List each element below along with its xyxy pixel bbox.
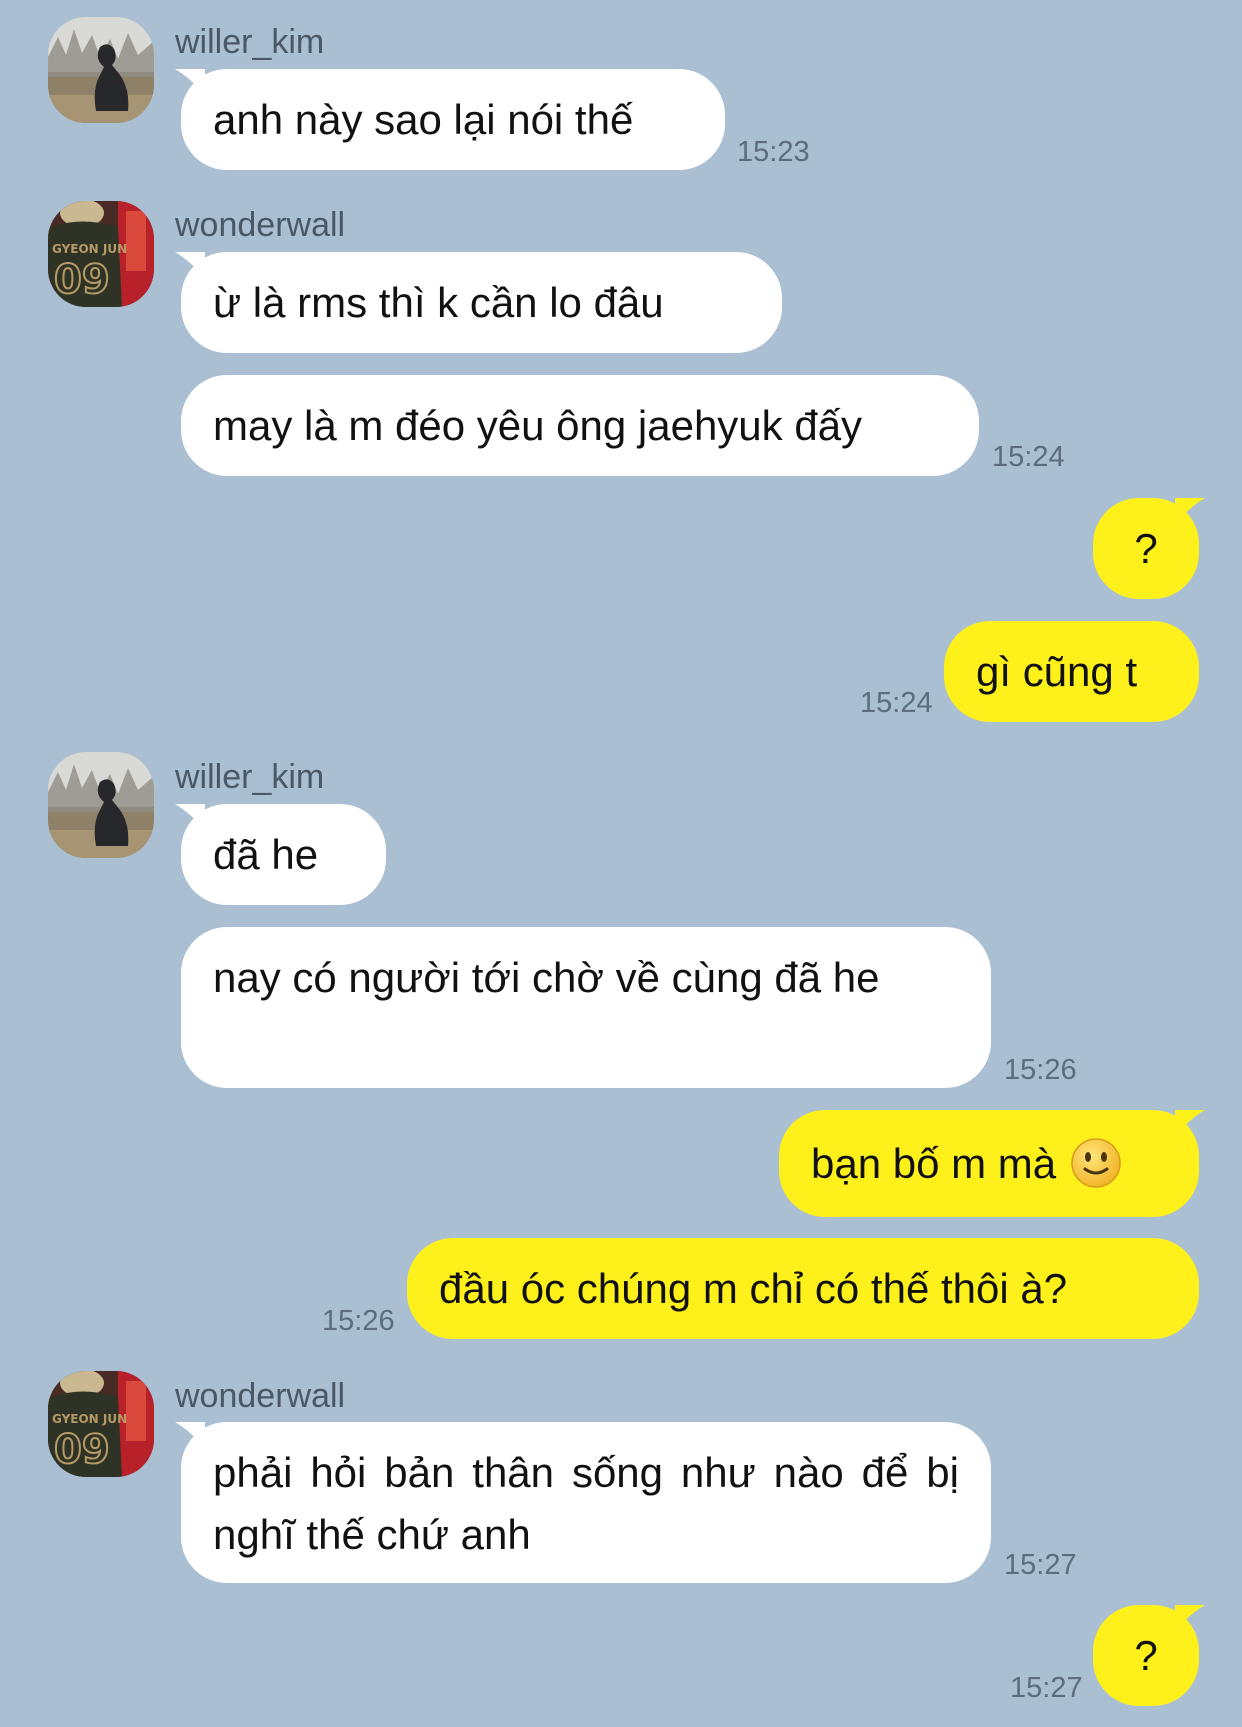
svg-text:09: 09 xyxy=(54,257,110,303)
message-text: anh này sao lại nói thế xyxy=(213,96,634,143)
message-text: đã he xyxy=(213,831,319,878)
message-text: nay có người tới chờ về cùng đã he xyxy=(213,954,880,1001)
svg-text:GYEON JUN: GYEON JUN xyxy=(52,242,127,256)
bubble-tail-icon xyxy=(175,69,205,95)
sender-name: willer_kim xyxy=(175,758,325,796)
bubble-tail-icon xyxy=(1175,498,1205,524)
bubble-tail-icon xyxy=(175,1422,205,1448)
avatar-willer-kim[interactable] xyxy=(48,17,154,123)
message-text: ? xyxy=(1134,525,1158,572)
sender-name: wonderwall xyxy=(175,1377,346,1415)
message-bubble[interactable]: đã he xyxy=(175,804,386,905)
slightly-smiling-face-icon xyxy=(1070,1137,1122,1189)
message-bubble[interactable]: ừ là rms thì k cần lo đâu xyxy=(175,252,782,353)
message-text: gì cũng t xyxy=(976,648,1138,695)
message-text: ? xyxy=(1134,1632,1158,1679)
message-timestamp: 15:26 xyxy=(322,1305,395,1337)
sender-name: wonderwall xyxy=(175,206,346,244)
avatar-photo-jersey: GYEON JUN 09 xyxy=(48,201,154,307)
avatar-photo-jersey: GYEON JUN 09 xyxy=(48,1371,154,1477)
message-timestamp: 15:23 xyxy=(737,136,810,168)
avatar-photo-park xyxy=(48,17,154,123)
avatar-photo-park xyxy=(48,752,154,858)
message-timestamp: 15:27 xyxy=(1004,1549,1077,1581)
avatar-wonderwall[interactable]: GYEON JUN 09 xyxy=(48,201,154,307)
message-text: ừ là rms thì k cần lo đâu xyxy=(213,279,664,326)
message-text: may là m đéo yêu ông jaehyuk đấy xyxy=(213,402,863,449)
message-timestamp: 15:24 xyxy=(992,441,1065,473)
bubble-tail-icon xyxy=(1175,1110,1205,1136)
message-bubble[interactable]: ? xyxy=(1093,1605,1205,1706)
message-timestamp: 15:24 xyxy=(860,687,933,719)
message-bubble[interactable]: anh này sao lại nói thế xyxy=(175,69,725,170)
avatar-wonderwall[interactable]: GYEON JUN 09 xyxy=(48,1371,154,1477)
message-bubble[interactable]: đầu óc chúng m chỉ có thế thôi à? xyxy=(407,1238,1199,1339)
message-timestamp: 15:26 xyxy=(1004,1054,1077,1086)
bubble-tail-icon xyxy=(175,252,205,278)
avatar-willer-kim[interactable] xyxy=(48,752,154,858)
message-text: bạn bố m mà xyxy=(811,1140,1057,1187)
message-bubble[interactable]: phải hỏi bản thân sống như nào để bị ngh… xyxy=(175,1422,991,1583)
message-timestamp: 15:27 xyxy=(1010,1672,1083,1704)
svg-text:GYEON JUN: GYEON JUN xyxy=(52,1412,127,1426)
message-bubble[interactable]: bạn bố m mà xyxy=(779,1110,1205,1217)
message-bubble[interactable]: may là m đéo yêu ông jaehyuk đấy xyxy=(181,375,979,476)
sender-name: willer_kim xyxy=(175,23,325,61)
message-bubble[interactable]: gì cũng t xyxy=(944,621,1199,722)
message-text: đầu óc chúng m chỉ có thế thôi à? xyxy=(439,1265,1068,1312)
message-text: phải hỏi bản thân sống như nào để bị ngh… xyxy=(213,1449,959,1558)
message-bubble[interactable]: ? xyxy=(1093,498,1205,599)
svg-text:09: 09 xyxy=(54,1427,110,1473)
message-bubble[interactable]: nay có người tới chờ về cùng đã he xyxy=(181,927,991,1088)
bubble-tail-icon xyxy=(175,804,205,830)
bubble-tail-icon xyxy=(1175,1605,1205,1631)
